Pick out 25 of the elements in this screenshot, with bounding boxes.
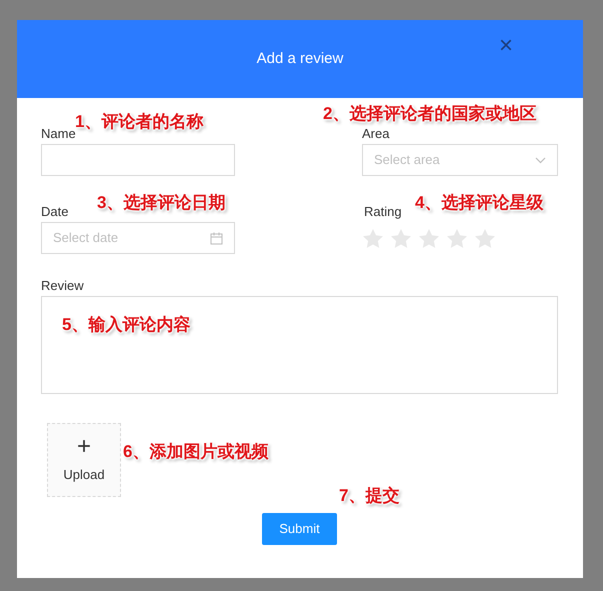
select-placeholder: Select area [374,151,440,170]
area-select[interactable]: Select area [362,144,558,176]
annotation-label: 6、添加图片或视频 [123,441,268,463]
close-button[interactable]: × [499,34,514,58]
date-placeholder: Select date [53,229,118,248]
annotation-label: 4、选择评论星级 [415,192,544,214]
annotation-label: 3、选择评论日期 [97,192,226,214]
field-label: Review [41,277,84,295]
plus-icon: + [76,435,91,460]
annotation-label: 7、提交 [339,485,400,507]
name-input-field[interactable] [41,144,235,176]
field-label: Rating [364,203,402,221]
annotation-label: 2、选择评论者的国家或地区 [323,103,536,125]
annotation-label: 5、输入评论内容 [62,314,190,336]
field-label: Date [41,203,68,221]
field-label: Name [41,125,76,143]
calendar-icon [210,232,223,244]
field-label: Area [362,125,390,143]
review-text-area[interactable] [41,296,558,394]
upload-button[interactable]: + Upload [47,423,121,497]
submit-button[interactable]: Submit [262,513,337,545]
annotation-label: 1、评论者的名称 [75,111,204,131]
chevron-down-icon [535,156,546,164]
dialog-title: Add a review [256,48,344,69]
date-picker-field[interactable]: Select date [41,222,235,254]
